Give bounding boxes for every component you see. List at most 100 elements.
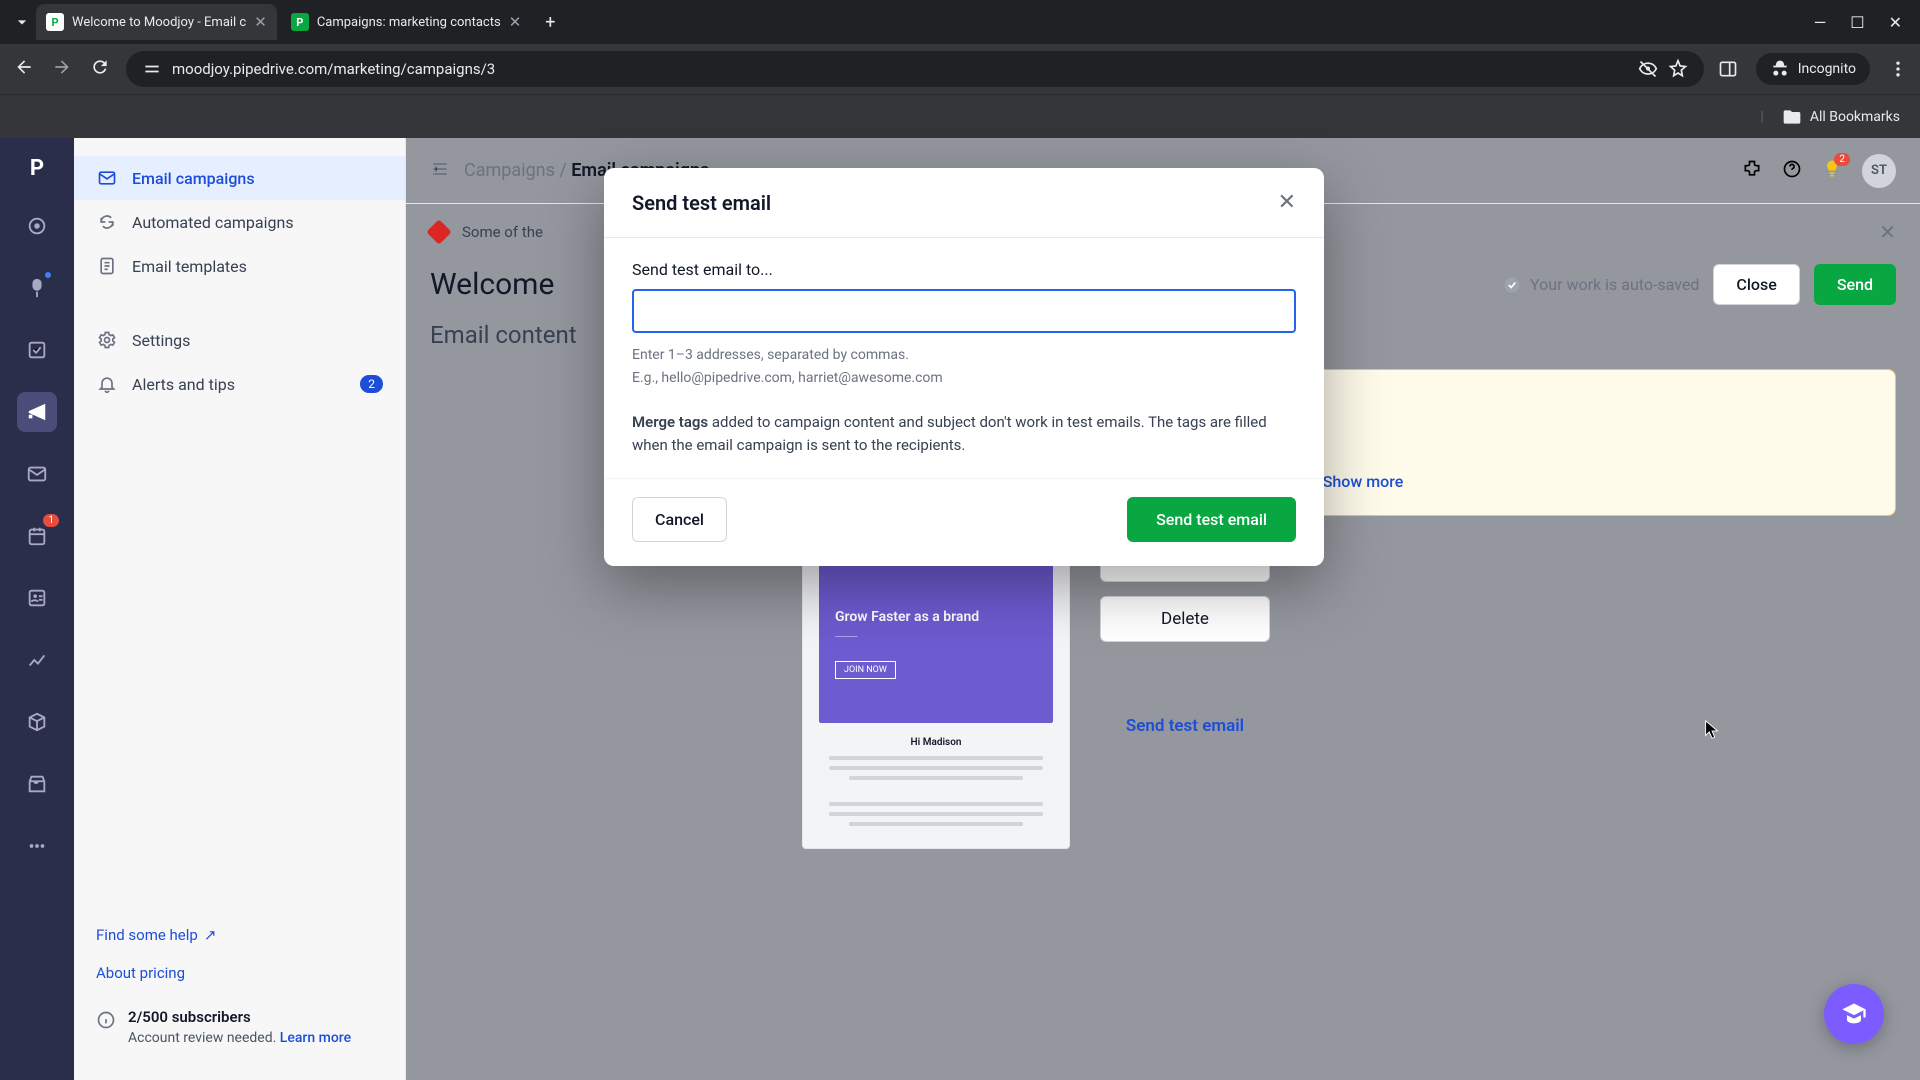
modal-title: Send test email (632, 191, 771, 215)
arrow-right-icon (52, 57, 72, 77)
about-pricing-link[interactable]: About pricing (74, 954, 405, 992)
subscriber-status: 2/500 subscribers Account review needed.… (74, 992, 405, 1062)
panel-item-label: Alerts and tips (132, 375, 235, 394)
side-panel-icon[interactable] (1718, 59, 1738, 79)
help-icon[interactable] (1782, 159, 1802, 183)
rail-campaigns-icon[interactable] (17, 392, 57, 432)
kebab-menu-icon[interactable] (1888, 59, 1908, 79)
browser-tab-active[interactable]: P Welcome to Moodjoy - Email c ✕ (36, 4, 277, 40)
panel-item-email-campaigns[interactable]: Email campaigns (74, 156, 405, 200)
panel-item-alerts[interactable]: Alerts and tips 2 (74, 362, 405, 406)
browser-tab-inactive[interactable]: P Campaigns: marketing contacts ✕ (281, 4, 531, 40)
info-icon (96, 1010, 116, 1034)
envelope-icon (96, 168, 118, 188)
subscriber-count: 2/500 subscribers (128, 1008, 351, 1026)
automation-icon (96, 212, 118, 232)
send-test-link[interactable]: Send test email (1100, 716, 1270, 736)
send-test-email-button[interactable]: Send test email (1127, 497, 1296, 542)
all-bookmarks-link[interactable]: All Bookmarks (1810, 109, 1900, 125)
bell-icon (96, 374, 118, 394)
eye-off-icon[interactable] (1638, 59, 1658, 79)
panel-item-label: Email campaigns (132, 169, 255, 188)
rail-contacts-icon[interactable] (17, 578, 57, 618)
back-button[interactable] (12, 57, 36, 81)
tab-close-icon[interactable]: ✕ (509, 13, 522, 31)
url-bar[interactable]: moodjoy.pipedrive.com/marketing/campaign… (126, 51, 1704, 87)
autosave-status: Your work is auto-saved (1502, 275, 1699, 295)
close-button[interactable]: Close (1713, 264, 1799, 305)
input-hint-line2: E.g., hello@pipedrive.com, harriet@aweso… (632, 368, 1296, 389)
recipients-label: Send test email to... (632, 260, 1296, 279)
preview-hero-title: Grow Faster as a brand (835, 608, 1037, 626)
tab-close-icon[interactable]: ✕ (254, 13, 267, 31)
maximize-icon[interactable]: ☐ (1850, 13, 1864, 32)
panel-item-templates[interactable]: Email templates (74, 244, 405, 288)
recipients-input[interactable] (632, 289, 1296, 333)
arrow-left-icon (14, 57, 34, 77)
site-info-icon[interactable] (142, 59, 162, 79)
folder-icon (1782, 107, 1802, 127)
rail-insights-icon[interactable] (17, 640, 57, 680)
panel-item-label: Email templates (132, 257, 247, 276)
rail-mail-icon[interactable] (17, 454, 57, 494)
reload-button[interactable] (88, 57, 112, 81)
send-button[interactable]: Send (1814, 264, 1896, 305)
preview-cta: JOIN NOW (835, 661, 896, 679)
mouse-cursor-icon (1702, 720, 1722, 745)
rail-activities-icon[interactable]: 1 (17, 516, 57, 556)
modal-close-icon[interactable]: ✕ (1278, 190, 1296, 215)
extensions-icon[interactable] (1742, 159, 1762, 183)
delete-button[interactable]: Delete (1100, 596, 1270, 642)
input-hint-line1: Enter 1–3 addresses, separated by commas… (632, 345, 1296, 366)
rail-projects-icon[interactable] (17, 330, 57, 370)
browser-toolbar: moodjoy.pipedrive.com/marketing/campaign… (0, 44, 1920, 94)
incognito-icon (1770, 59, 1790, 79)
check-circle-icon (1502, 275, 1522, 295)
breadcrumb-root[interactable]: Campaigns (464, 160, 555, 181)
find-help-link[interactable]: Find some help ↗ (74, 916, 405, 954)
review-text: Account review needed. (128, 1030, 276, 1046)
chevron-down-icon (12, 12, 32, 32)
dismiss-warning-icon[interactable]: ✕ (1879, 220, 1896, 244)
help-fab[interactable] (1824, 984, 1884, 1044)
email-preview-thumbnail: x Grow Faster as a brand ──── JOIN NOW H… (802, 536, 1070, 849)
pipedrive-favicon-icon: P (291, 13, 309, 31)
whats-new-icon[interactable] (1822, 159, 1842, 183)
url-text: moodjoy.pipedrive.com/marketing/campaign… (172, 60, 1628, 78)
tab-search-dropdown[interactable] (8, 8, 36, 36)
alerts-badge: 2 (360, 375, 383, 393)
close-window-icon[interactable]: ✕ (1889, 13, 1902, 32)
rail-more-icon[interactable] (17, 826, 57, 866)
panel-item-automated[interactable]: Automated campaigns (74, 200, 405, 244)
window-controls: — ☐ ✕ (1814, 13, 1912, 32)
cancel-button[interactable]: Cancel (632, 497, 727, 542)
incognito-badge: Incognito (1756, 53, 1870, 85)
pipedrive-logo-icon[interactable]: P (21, 152, 53, 184)
new-tab-button[interactable]: + (535, 12, 565, 33)
rail-leads-icon[interactable] (17, 206, 57, 246)
bookmarks-bar: | All Bookmarks (0, 94, 1920, 138)
user-avatar[interactable]: ST (1862, 154, 1896, 188)
panel-item-settings[interactable]: Settings (74, 318, 405, 362)
external-link-icon: ↗ (204, 926, 217, 944)
rail-badge: 1 (43, 514, 59, 527)
pipedrive-favicon-icon: P (46, 13, 64, 31)
learn-more-link[interactable]: Learn more (280, 1030, 351, 1046)
rail-products-icon[interactable] (17, 702, 57, 742)
nav-rail: P 1 (0, 138, 74, 1080)
star-icon[interactable] (1668, 59, 1688, 79)
rail-marketplace-icon[interactable] (17, 764, 57, 804)
reload-icon (90, 57, 110, 77)
rail-deals-icon[interactable] (17, 268, 57, 308)
separator: | (1760, 109, 1763, 125)
minimize-icon[interactable]: — (1814, 13, 1827, 32)
panel-item-label: Automated campaigns (132, 213, 294, 232)
incognito-label: Incognito (1798, 61, 1856, 77)
collapse-sidebar-icon[interactable] (430, 159, 450, 183)
page-title: Welcome (430, 267, 554, 302)
template-icon (96, 256, 118, 276)
graduation-cap-icon (1840, 1000, 1868, 1028)
left-panel: Email campaigns Automated campaigns Emai… (74, 138, 406, 1080)
gear-icon (96, 330, 118, 350)
send-test-email-modal: Send test email ✕ Send test email to... … (604, 168, 1324, 566)
